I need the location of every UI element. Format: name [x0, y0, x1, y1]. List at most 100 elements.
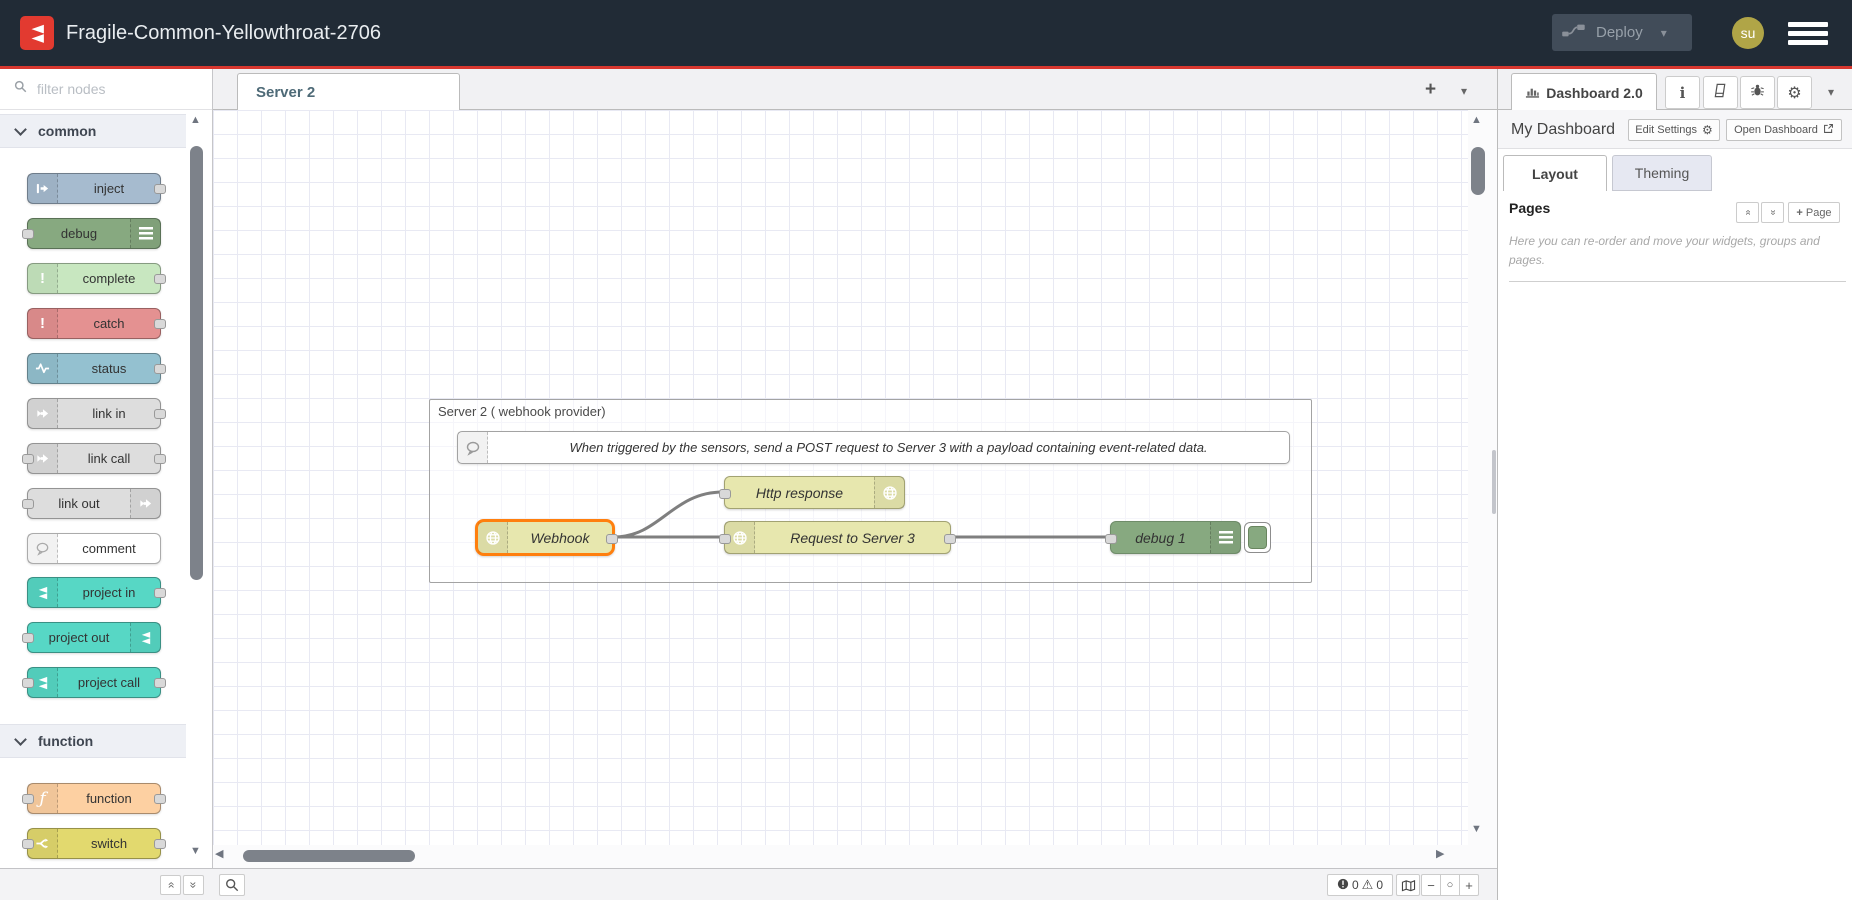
input-port[interactable]: [719, 489, 731, 499]
input-port[interactable]: [719, 534, 731, 544]
palette-category-function[interactable]: function: [0, 724, 186, 758]
sidebar-resize-grip[interactable]: [1492, 450, 1496, 514]
user-avatar[interactable]: su: [1732, 17, 1764, 49]
node-http-response[interactable]: Http response: [724, 476, 905, 509]
palette-node-switch[interactable]: switch: [27, 828, 161, 859]
node-debug-1[interactable]: debug 1: [1110, 521, 1241, 554]
open-dashboard-button[interactable]: Open Dashboard: [1726, 119, 1842, 141]
deploy-button[interactable]: Deploy ▾: [1552, 14, 1692, 51]
output-port[interactable]: [154, 678, 166, 688]
edit-settings-button[interactable]: Edit Settings ⚙: [1628, 119, 1720, 141]
canvas-scroll-right-icon[interactable]: ▶: [1436, 849, 1444, 860]
notifications-button[interactable]: 0 ⚠ 0: [1327, 874, 1393, 896]
node-red-logo-icon: [28, 578, 58, 607]
add-page-button[interactable]: + Page: [1788, 202, 1840, 223]
output-port[interactable]: [154, 364, 166, 374]
palette-scrollbar-thumb[interactable]: [190, 146, 203, 580]
search-icon: [14, 80, 27, 98]
tab-layout[interactable]: Layout: [1503, 155, 1607, 191]
input-port[interactable]: [22, 839, 34, 849]
node-label: Webhook: [508, 522, 612, 553]
palette-scroll-up-icon[interactable]: ▲: [190, 115, 201, 126]
palette-node-comment[interactable]: comment: [27, 533, 161, 564]
palette-node-debug[interactable]: debug: [27, 218, 161, 249]
palette-node-project-out[interactable]: project out: [27, 622, 161, 653]
output-port[interactable]: [944, 534, 956, 544]
flow-tab-server-2[interactable]: Server 2: [237, 73, 460, 111]
zoom-in-button[interactable]: +: [1459, 875, 1478, 895]
debug-enable-toggle[interactable]: [1244, 522, 1271, 553]
palette-node-catch[interactable]: ! catch: [27, 308, 161, 339]
canvas-scroll-down-icon[interactable]: ▼: [1471, 824, 1482, 835]
comment-node[interactable]: When triggered by the sensors, send a PO…: [457, 431, 1290, 464]
navigator-map-button[interactable]: [1396, 874, 1420, 896]
input-port[interactable]: [22, 229, 34, 239]
config-sidebar-button[interactable]: ⚙: [1777, 76, 1812, 109]
output-port[interactable]: [154, 409, 166, 419]
input-port[interactable]: [22, 499, 34, 509]
add-flow-button[interactable]: +: [1425, 80, 1436, 99]
input-port[interactable]: [22, 633, 34, 643]
canvas-scroll-up-icon[interactable]: ▲: [1471, 115, 1482, 126]
palette-node-inject[interactable]: inject: [27, 173, 161, 204]
zoom-controls: − ○ +: [1421, 874, 1479, 896]
output-port[interactable]: [154, 454, 166, 464]
deploy-caret-icon[interactable]: ▾: [1661, 26, 1667, 40]
node-webhook[interactable]: Webhook: [475, 519, 615, 556]
canvas-vscrollbar-thumb[interactable]: [1471, 147, 1485, 195]
pulse-icon: [28, 354, 58, 383]
palette-collapse-all-button[interactable]: »: [160, 875, 181, 895]
node-label: debug 1: [1111, 522, 1210, 553]
output-port[interactable]: [154, 274, 166, 284]
help-sidebar-button[interactable]: [1703, 76, 1738, 109]
tab-dashboard-2[interactable]: Dashboard 2.0: [1511, 73, 1657, 111]
info-sidebar-button[interactable]: i: [1665, 76, 1700, 109]
palette-node-complete[interactable]: ! complete: [27, 263, 161, 294]
search-flows-button[interactable]: [219, 874, 245, 896]
flow-canvas[interactable]: Server 2 ( webhook provider) When trigge…: [213, 110, 1468, 845]
move-page-up-button[interactable]: »: [1736, 202, 1759, 223]
sidebar-tabs-caret-icon[interactable]: ▾: [1828, 85, 1834, 99]
output-port[interactable]: [154, 839, 166, 849]
node-label: Http response: [725, 477, 874, 508]
debug-sidebar-button[interactable]: [1740, 76, 1775, 109]
zoom-reset-button[interactable]: ○: [1440, 875, 1459, 895]
tab-theming[interactable]: Theming: [1612, 155, 1712, 191]
palette-node-status[interactable]: status: [27, 353, 161, 384]
input-port[interactable]: [22, 454, 34, 464]
canvas-scroll-left-icon[interactable]: ◀: [215, 849, 223, 860]
palette-expand-all-button[interactable]: »: [183, 875, 204, 895]
node-request-to-server-3[interactable]: Request to Server 3: [724, 521, 951, 554]
palette-scroll-down-icon[interactable]: ▼: [190, 846, 201, 857]
comment-text: When triggered by the sensors, send a PO…: [488, 432, 1289, 463]
dashboard-title: My Dashboard: [1511, 110, 1615, 149]
palette-node-function[interactable]: ƒ function: [27, 783, 161, 814]
palette-node-link-in[interactable]: link in: [27, 398, 161, 429]
link-arrow-icon: [130, 489, 160, 518]
output-port[interactable]: [154, 588, 166, 598]
node-label: Request to Server 3: [755, 522, 950, 553]
palette-node-link-out[interactable]: link out: [27, 488, 161, 519]
node-red-window: Fragile-Common-Yellowthroat-2706 Deploy …: [0, 0, 1852, 900]
canvas-hscrollbar-thumb[interactable]: [243, 850, 415, 862]
input-port[interactable]: [22, 794, 34, 804]
palette-node-project-call[interactable]: project call: [27, 667, 161, 698]
pages-section-title: Pages: [1509, 200, 1550, 216]
input-port[interactable]: [1105, 534, 1117, 544]
output-port[interactable]: [154, 184, 166, 194]
palette-category-common[interactable]: common: [0, 114, 186, 148]
palette-filter-input[interactable]: [35, 80, 189, 98]
output-port[interactable]: [154, 794, 166, 804]
info-icon: i: [1680, 84, 1686, 102]
move-page-down-button[interactable]: »: [1761, 202, 1784, 223]
input-port[interactable]: [22, 678, 34, 688]
palette-search[interactable]: [0, 69, 212, 110]
output-port[interactable]: [606, 534, 618, 544]
output-port[interactable]: [154, 319, 166, 329]
zoom-out-button[interactable]: −: [1422, 875, 1440, 895]
palette-node-project-in[interactable]: project in: [27, 577, 161, 608]
gear-icon: ⚙: [1787, 83, 1801, 103]
main-menu-button[interactable]: [1788, 22, 1828, 46]
flow-list-caret-icon[interactable]: ▾: [1461, 84, 1467, 98]
palette-node-link-call[interactable]: link call: [27, 443, 161, 474]
